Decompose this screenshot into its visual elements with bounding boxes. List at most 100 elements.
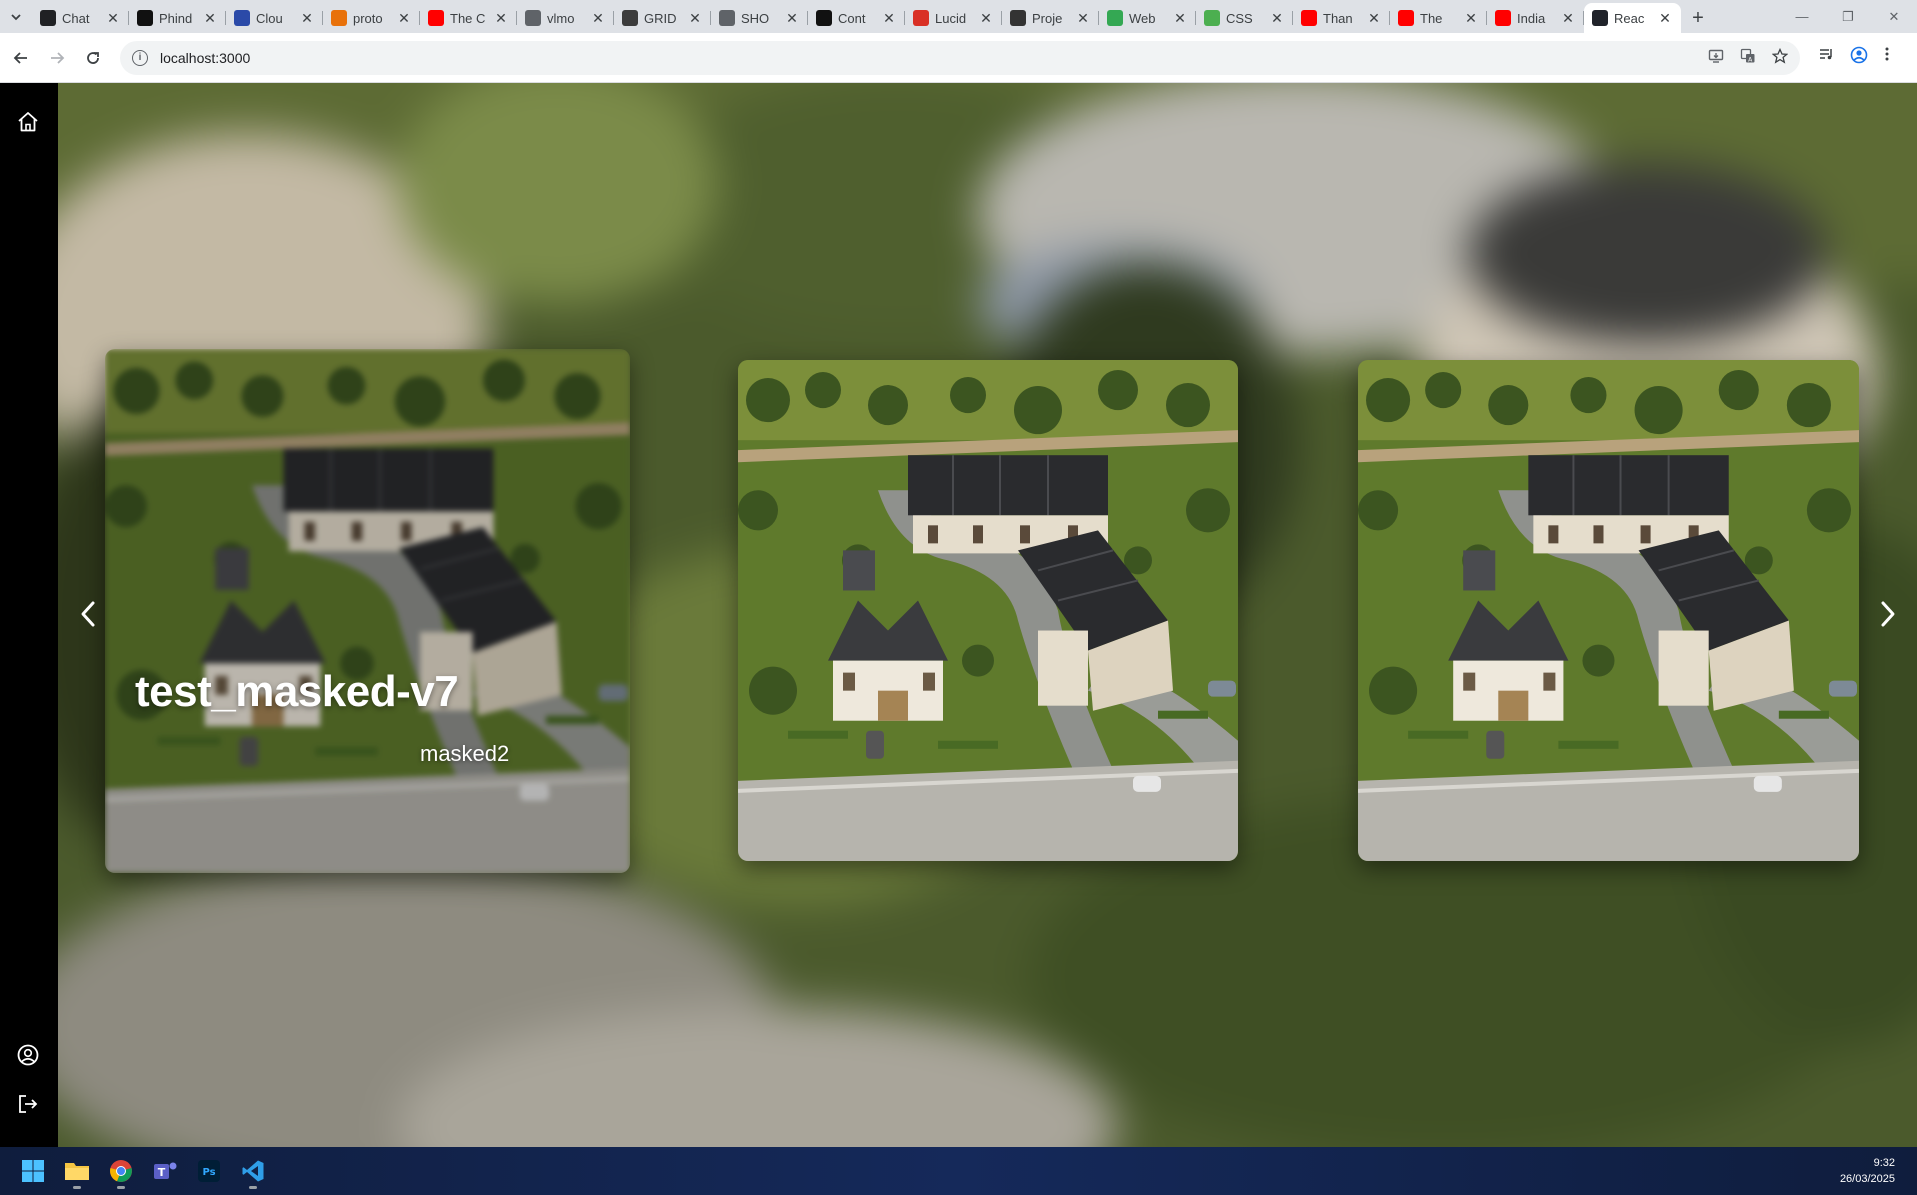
browser-tab[interactable]: Lucid ✕ xyxy=(905,3,1002,33)
browser-tab-label: Web xyxy=(1129,10,1156,26)
close-tab-icon[interactable]: ✕ xyxy=(1269,10,1285,27)
browser-menu-icon[interactable] xyxy=(1884,46,1890,69)
grid-icon xyxy=(622,10,638,26)
logout-icon[interactable] xyxy=(13,1089,43,1119)
browser-tab[interactable]: Chat ✕ xyxy=(32,3,129,33)
close-tab-icon[interactable]: ✕ xyxy=(493,10,509,27)
close-tab-icon[interactable]: ✕ xyxy=(1657,10,1673,27)
vuetify-icon xyxy=(1010,10,1026,26)
close-tab-icon[interactable]: ✕ xyxy=(1560,10,1576,27)
chevron-right-icon[interactable] xyxy=(1870,591,1906,637)
windows-start-icon[interactable] xyxy=(14,1152,52,1190)
browser-tab-label: The xyxy=(1420,10,1443,26)
browser-tab[interactable]: CSS ✕ xyxy=(1196,3,1293,33)
browser-tab-label: Reac xyxy=(1614,10,1645,26)
clock-time: 9:32 xyxy=(1873,1157,1895,1169)
close-tab-icon[interactable]: ✕ xyxy=(590,10,606,27)
back-button[interactable] xyxy=(4,41,38,75)
close-tab-icon[interactable]: ✕ xyxy=(202,10,218,27)
browser-tab[interactable]: SHO ✕ xyxy=(711,3,808,33)
close-tab-icon[interactable]: ✕ xyxy=(396,10,412,27)
close-tab-icon[interactable]: ✕ xyxy=(299,10,315,27)
browser-tab-label: The C xyxy=(450,10,486,26)
browser-tab-label: Clou xyxy=(256,10,283,26)
browser-tab[interactable]: Than ✕ xyxy=(1293,3,1390,33)
teams-icon[interactable]: T xyxy=(146,1152,184,1190)
new-tab-button[interactable]: + xyxy=(1681,3,1715,33)
os-taskbar: T Ps 9:32 26/03/2025 xyxy=(0,1147,1917,1195)
browser-tab[interactable]: The ✕ xyxy=(1390,3,1487,33)
forward-button[interactable] xyxy=(40,41,74,75)
browser-tab-label: CSS xyxy=(1226,10,1253,26)
browser-tab[interactable]: Phind ✕ xyxy=(129,3,226,33)
terminal-icon xyxy=(816,10,832,26)
user-circle-icon[interactable] xyxy=(13,1040,43,1070)
carousel-card[interactable] xyxy=(738,360,1238,861)
youtube-icon xyxy=(1398,10,1414,26)
restore-icon[interactable]: ❐ xyxy=(1825,0,1871,33)
photoshop-icon[interactable]: Ps xyxy=(190,1152,228,1190)
browser-tab-label: vlmo xyxy=(547,10,575,26)
vscode-icon[interactable] xyxy=(234,1152,272,1190)
browser-tab[interactable]: Web ✕ xyxy=(1099,3,1196,33)
browser-tab[interactable]: GRID ✕ xyxy=(614,3,711,33)
browser-tab-label: India xyxy=(1517,10,1546,26)
chevron-left-icon[interactable] xyxy=(70,591,106,637)
close-tab-icon[interactable]: ✕ xyxy=(1075,10,1091,27)
tab-search-icon[interactable] xyxy=(0,0,32,33)
carousel-card-active[interactable]: test_masked-v7 masked2 xyxy=(105,349,630,873)
close-window-icon[interactable]: ✕ xyxy=(1871,0,1917,33)
close-tab-icon[interactable]: ✕ xyxy=(105,10,121,27)
youtube-icon xyxy=(428,10,444,26)
file-explorer-icon[interactable] xyxy=(58,1152,96,1190)
svg-text:Ps: Ps xyxy=(202,1167,215,1178)
window-controls: — ❐ ✕ xyxy=(1779,0,1917,33)
close-tab-icon[interactable]: ✕ xyxy=(1463,10,1479,27)
close-tab-icon[interactable]: ✕ xyxy=(881,10,897,27)
system-clock[interactable]: 9:32 26/03/2025 xyxy=(1840,1155,1895,1187)
reload-button[interactable] xyxy=(76,41,110,75)
browser-tab-label: Phind xyxy=(159,10,193,26)
browser-tab[interactable]: Clou ✕ xyxy=(226,3,323,33)
home-icon[interactable] xyxy=(13,107,43,137)
flame-icon xyxy=(331,10,347,26)
phind-icon xyxy=(137,10,153,26)
browser-tab-label: Cont xyxy=(838,10,866,26)
close-tab-icon[interactable]: ✕ xyxy=(1366,10,1382,27)
minimize-icon[interactable]: — xyxy=(1779,0,1825,33)
carousel-card[interactable] xyxy=(1358,360,1859,861)
close-tab-icon[interactable]: ✕ xyxy=(1172,10,1188,27)
close-tab-icon[interactable]: ✕ xyxy=(978,10,994,27)
clock-date: 26/03/2025 xyxy=(1839,1173,1895,1185)
close-tab-icon[interactable]: ✕ xyxy=(687,10,703,27)
youtube-icon xyxy=(1495,10,1511,26)
globe-icon xyxy=(525,10,541,26)
address-bar[interactable]: i localhost:3000 A xyxy=(120,40,1800,75)
aerial-house-image xyxy=(738,360,1238,861)
browser-tab-label: GRID xyxy=(644,10,677,26)
chrome-icon[interactable] xyxy=(102,1152,140,1190)
aerial-house-image xyxy=(105,349,630,873)
browser-tab-label: SHO xyxy=(741,10,770,26)
install-app-icon[interactable] xyxy=(1708,48,1724,68)
card-subtitle: masked2 xyxy=(420,741,510,766)
browser-tab[interactable]: Reac ✕ xyxy=(1584,3,1681,33)
browser-tab[interactable]: Cont ✕ xyxy=(808,3,905,33)
svg-text:T: T xyxy=(158,1166,166,1179)
media-control-icon[interactable] xyxy=(1818,46,1834,69)
browser-tab-strip: Chat ✕ Phind ✕ Clou ✕ proto ✕ The C ✕ vlmo ✕ GRID ✕ SH… xyxy=(0,0,1917,33)
site-info-icon[interactable]: i xyxy=(132,49,148,66)
profile-icon[interactable] xyxy=(1850,46,1868,69)
translate-icon[interactable]: A xyxy=(1740,48,1756,68)
cloud-icon xyxy=(234,10,250,26)
browser-tab[interactable]: proto ✕ xyxy=(323,3,420,33)
close-tab-icon[interactable]: ✕ xyxy=(784,10,800,27)
bookmark-star-icon[interactable] xyxy=(1771,47,1789,68)
app-viewport: test_masked-v7 masked2 xyxy=(0,83,1917,1147)
browser-tab[interactable]: vlmo ✕ xyxy=(517,3,614,33)
browser-tab[interactable]: The C ✕ xyxy=(420,3,517,33)
browser-tab-label: Proje xyxy=(1032,10,1063,26)
url-text: localhost:3000 xyxy=(160,49,251,66)
browser-tab[interactable]: Proje ✕ xyxy=(1002,3,1099,33)
browser-tab[interactable]: India ✕ xyxy=(1487,3,1584,33)
